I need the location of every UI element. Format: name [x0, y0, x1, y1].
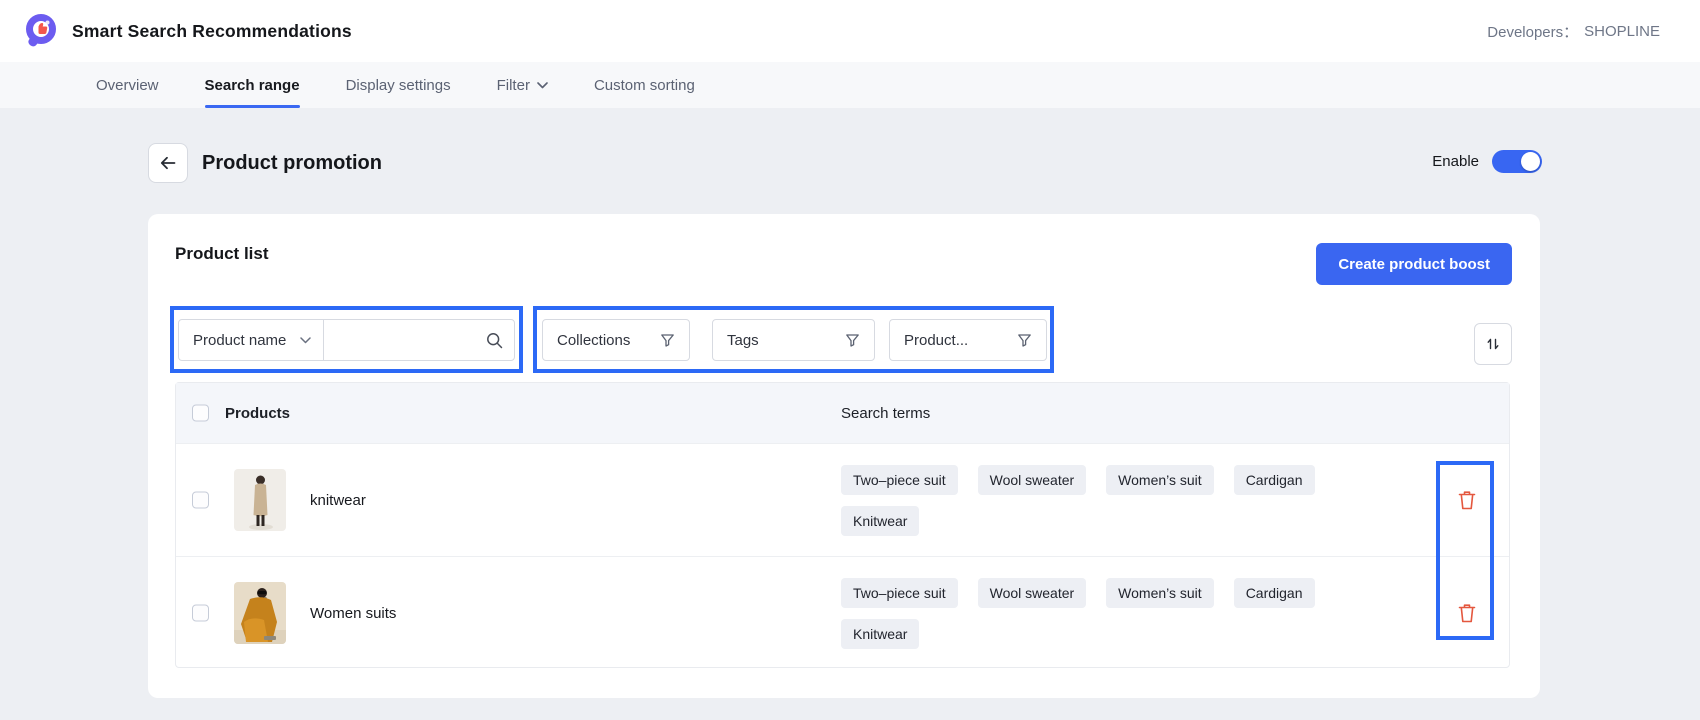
enable-control: Enable [1432, 150, 1542, 173]
app-logo-icon [24, 13, 60, 49]
filter-tags-button[interactable]: Tags [712, 319, 875, 361]
chevron-down-icon [300, 337, 311, 344]
delete-row-button[interactable] [1454, 487, 1480, 513]
search-term-tag: Two–piece suit [841, 465, 958, 495]
search-term-tag: Women’s suit [1106, 578, 1214, 608]
enable-toggle[interactable] [1492, 150, 1542, 173]
table-header: Products Search terms [176, 383, 1509, 443]
filter-collections-button[interactable]: Collections [542, 319, 690, 361]
search-term-tag: Two–piece suit [841, 578, 958, 608]
card-heading: Product list [175, 244, 269, 264]
app-title: Smart Search Recommendations [72, 0, 352, 62]
product-table: Products Search terms knitwear Two–piece… [175, 382, 1510, 668]
delete-row-button[interactable] [1454, 600, 1480, 626]
funnel-icon [1017, 333, 1032, 348]
developers-info: Developers： SHOPLINE [1487, 0, 1660, 62]
tab-display-settings[interactable]: Display settings [346, 62, 451, 108]
developers-label: Developers： [1487, 21, 1578, 42]
chevron-down-icon [537, 82, 548, 89]
toggle-knob [1521, 152, 1540, 171]
active-tab-underline [205, 105, 300, 108]
sort-button[interactable] [1474, 323, 1512, 365]
enable-label: Enable [1432, 153, 1479, 170]
product-search-control: Product name [178, 319, 515, 361]
app-header: Smart Search Recommendations Developers：… [0, 0, 1700, 62]
back-button[interactable] [148, 143, 188, 183]
table-row: Women suits Two–piece suit Wool sweater … [176, 556, 1509, 669]
search-term-tag: Knitwear [841, 619, 919, 649]
column-header-products: Products [225, 383, 290, 443]
search-term-tag: Knitwear [841, 506, 919, 536]
funnel-icon [660, 333, 675, 348]
search-box [324, 320, 514, 360]
tab-custom-sorting[interactable]: Custom sorting [594, 62, 695, 108]
row-checkbox[interactable] [192, 605, 209, 622]
product-image-women-suits [234, 582, 286, 644]
search-term-tag: Cardigan [1234, 578, 1315, 608]
search-term-tag: Wool sweater [978, 578, 1087, 608]
developers-value: SHOPLINE [1584, 23, 1660, 40]
search-term-tag: Women’s suit [1106, 465, 1214, 495]
select-all-checkbox[interactable] [192, 405, 209, 422]
product-image-knitwear [234, 469, 286, 531]
search-terms-tags: Two–piece suit Wool sweater Women’s suit… [841, 578, 1401, 649]
tab-search-range[interactable]: Search range [205, 62, 300, 108]
search-term-tag: Wool sweater [978, 465, 1087, 495]
product-name: Women suits [310, 557, 396, 670]
search-term-tag: Cardigan [1234, 465, 1315, 495]
filter-product-button[interactable]: Product... [889, 319, 1047, 361]
page-title: Product promotion [202, 147, 382, 179]
funnel-icon [845, 333, 860, 348]
trash-icon [1457, 602, 1477, 624]
column-header-search-terms: Search terms [841, 383, 930, 443]
create-product-boost-button[interactable]: Create product boost [1316, 243, 1512, 285]
product-list-card: Product list Create product boost Produc… [148, 214, 1540, 698]
tab-bar: Overview Search range Display settings F… [0, 62, 1700, 108]
tab-filter[interactable]: Filter [497, 62, 548, 108]
search-icon [486, 332, 503, 349]
row-checkbox[interactable] [192, 492, 209, 509]
table-row: knitwear Two–piece suit Wool sweater Wom… [176, 443, 1509, 556]
arrow-left-icon [158, 153, 178, 173]
product-name: knitwear [310, 444, 366, 557]
tab-overview[interactable]: Overview [96, 62, 159, 108]
trash-icon [1457, 489, 1477, 511]
search-field-selector[interactable]: Product name [179, 320, 324, 360]
sort-arrows-icon [1485, 336, 1501, 352]
search-terms-tags: Two–piece suit Wool sweater Women’s suit… [841, 465, 1401, 536]
